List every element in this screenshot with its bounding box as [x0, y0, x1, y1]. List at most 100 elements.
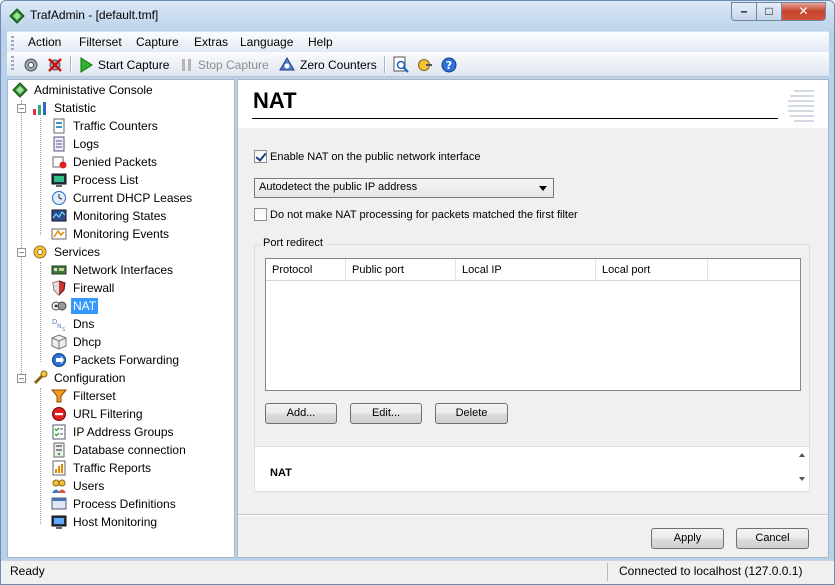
- disconnect-button[interactable]: [46, 55, 64, 74]
- tree-item-traffic-reports[interactable]: Traffic Reports: [51, 459, 153, 477]
- tree-item-statistic[interactable]: Statistic: [32, 99, 98, 117]
- column-local-ip[interactable]: Local IP: [456, 259, 596, 281]
- login-button[interactable]: [416, 55, 434, 74]
- zero-counters-button[interactable]: Zero Counters: [278, 55, 377, 74]
- tree-item-network-interfaces[interactable]: Network Interfaces: [51, 261, 175, 279]
- public-ip-select-value: Autodetect the public IP address: [259, 181, 418, 193]
- dhcp-icon: [51, 334, 67, 350]
- menu-language[interactable]: Language: [240, 35, 293, 49]
- tree-item-statistic-label: Statistic: [54, 101, 97, 115]
- tree-item-label: Network Interfaces: [73, 263, 174, 277]
- tree-item-label: Dns: [73, 317, 95, 331]
- menu-grip[interactable]: [11, 36, 14, 50]
- menu-help[interactable]: Help: [308, 35, 333, 49]
- stop-capture-button[interactable]: Stop Capture: [180, 55, 269, 74]
- connection-status: Connected to localhost (127.0.0.1): [619, 564, 803, 578]
- tree-item-configuration[interactable]: Configuration: [32, 369, 127, 387]
- column-public-port[interactable]: Public port: [346, 259, 456, 281]
- enable-nat-checkbox[interactable]: [254, 150, 267, 163]
- column-local-port[interactable]: Local port: [596, 259, 708, 281]
- report-icon: [52, 460, 66, 476]
- settings-button[interactable]: [22, 55, 40, 74]
- tree-item-process-definitions[interactable]: Process Definitions: [51, 495, 178, 513]
- tree-item-process-list[interactable]: Process List: [51, 171, 140, 189]
- tree-item-host-monitoring[interactable]: Host Monitoring: [51, 513, 159, 531]
- column-protocol[interactable]: Protocol: [266, 259, 346, 281]
- minimize-button[interactable]: –: [731, 2, 757, 21]
- tree-item-monitoring-states[interactable]: Monitoring States: [51, 207, 168, 225]
- menu-action[interactable]: Action: [28, 35, 61, 49]
- tree-item-url-filtering[interactable]: URL Filtering: [51, 405, 145, 423]
- tree-item-label: Users: [73, 479, 105, 493]
- scroll-down-icon[interactable]: [799, 477, 805, 481]
- tree-item-packets-forwarding[interactable]: Packets Forwarding: [51, 351, 181, 369]
- tree-item-label: Traffic Reports: [73, 461, 152, 475]
- tree-item-database-connection[interactable]: Database connection: [51, 441, 188, 459]
- add-button[interactable]: Add...: [265, 403, 337, 424]
- tree-item-dhcp[interactable]: Dhcp: [51, 333, 103, 351]
- tree-item-ip-address-groups[interactable]: IP Address Groups: [51, 423, 176, 441]
- tree-root[interactable]: Administative Console: [12, 81, 155, 99]
- tree-item-configuration-label: Configuration: [54, 371, 126, 385]
- help-icon: ?: [441, 57, 457, 72]
- tree-line: [21, 100, 22, 380]
- find-button[interactable]: [392, 55, 410, 74]
- no-nat-row[interactable]: Do not make NAT processing for packets m…: [254, 208, 578, 221]
- edit-button[interactable]: Edit...: [350, 403, 422, 424]
- scroll-up-icon[interactable]: [799, 453, 805, 457]
- services-collapse-toggle[interactable]: –: [17, 248, 26, 257]
- enable-nat-row[interactable]: Enable NAT on the public network interfa…: [254, 150, 481, 163]
- tree-item-nat[interactable]: NAT: [51, 297, 99, 315]
- configuration-collapse-toggle[interactable]: –: [17, 374, 26, 383]
- no-nat-checkbox[interactable]: [254, 208, 267, 221]
- help-button[interactable]: ?: [440, 55, 458, 74]
- tree-item-label: Database connection: [73, 443, 186, 457]
- tree-item-label: Monitoring Events: [73, 227, 170, 241]
- tree-item-monitoring-events[interactable]: Monitoring Events: [51, 225, 171, 243]
- maximize-button[interactable]: □: [756, 2, 782, 21]
- status-divider: [607, 563, 608, 581]
- start-capture-button[interactable]: Start Capture: [78, 55, 169, 74]
- disconnect-icon: [48, 57, 62, 72]
- tree-item-firewall[interactable]: Firewall: [51, 279, 116, 297]
- network-card-icon: [51, 265, 67, 275]
- monitoring-events-icon: [51, 228, 67, 240]
- tools-icon: [33, 370, 48, 385]
- tree-item-logs[interactable]: Logs: [51, 135, 101, 153]
- tree-line: [40, 262, 41, 362]
- public-ip-select[interactable]: Autodetect the public IP address: [254, 178, 554, 198]
- cancel-button[interactable]: Cancel: [736, 528, 809, 549]
- shield-icon: [52, 280, 66, 296]
- tree-item-label: Host Monitoring: [73, 515, 158, 529]
- delete-button[interactable]: Delete: [435, 403, 508, 424]
- tree-item-label: Process Definitions: [73, 497, 176, 511]
- title-underline: [252, 118, 778, 119]
- gears-icon: [24, 58, 38, 71]
- database-icon: [53, 442, 65, 458]
- tree-item-services-label: Services: [54, 245, 101, 259]
- tree-item-users[interactable]: Users: [51, 477, 106, 495]
- logs-icon: [53, 136, 65, 152]
- traffic-counters-icon: [53, 118, 65, 134]
- statistic-collapse-toggle[interactable]: –: [17, 104, 26, 113]
- magnifier-icon: [393, 56, 409, 73]
- tree-item-dns[interactable]: DNS Dns: [51, 315, 96, 333]
- toolbar-grip[interactable]: [11, 56, 14, 70]
- tree-item-label: Logs: [73, 137, 100, 151]
- menu-capture[interactable]: Capture: [136, 35, 179, 49]
- tree-item-filterset[interactable]: Filterset: [51, 387, 118, 405]
- apply-button[interactable]: Apply: [651, 528, 724, 549]
- close-button[interactable]: ✕: [781, 2, 826, 21]
- tree-item-traffic-counters[interactable]: Traffic Counters: [51, 117, 160, 135]
- navigation-tree[interactable]: Administative Console – Statistic Traffi…: [7, 79, 235, 558]
- port-redirect-table[interactable]: Protocol Public port Local IP Local port: [265, 258, 801, 391]
- tree-item-denied-packets[interactable]: Denied Packets: [51, 153, 159, 171]
- menu-filterset[interactable]: Filterset: [79, 35, 122, 49]
- tree-item-label: IP Address Groups: [73, 425, 174, 439]
- bottom-separator: [238, 514, 828, 515]
- tree-item-dhcp-leases[interactable]: Current DHCP Leases: [51, 189, 194, 207]
- pause-icon: [182, 58, 191, 71]
- menu-extras[interactable]: Extras: [194, 35, 228, 49]
- tree-item-services[interactable]: Services: [32, 243, 102, 261]
- enable-nat-label: Enable NAT on the public network interfa…: [270, 150, 481, 163]
